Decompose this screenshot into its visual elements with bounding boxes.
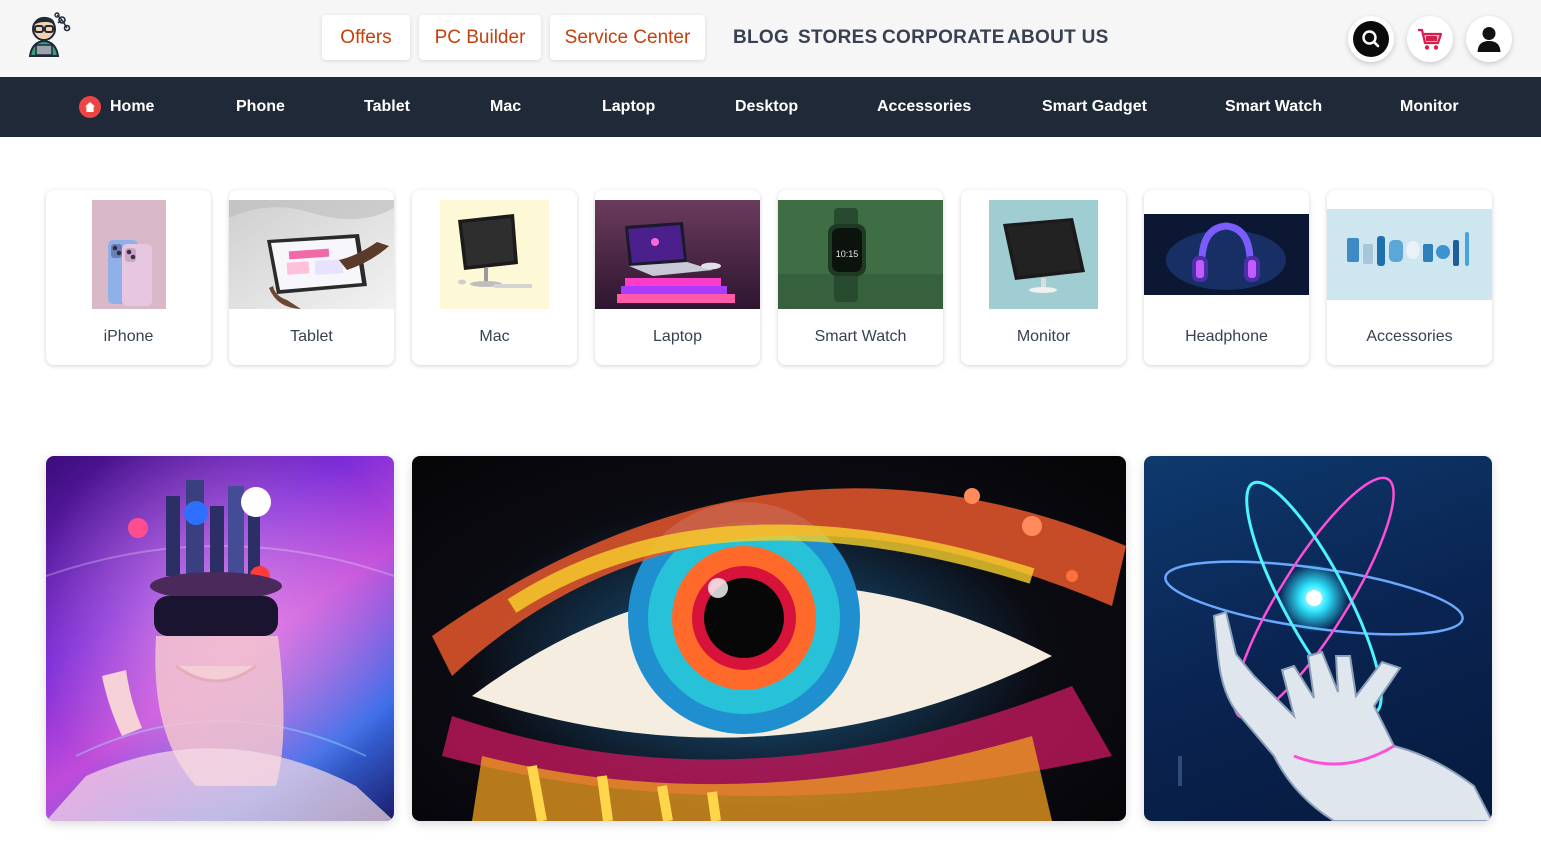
nerd-mascot-logo-icon[interactable] <box>24 12 72 58</box>
category-card-label: Monitor <box>1016 328 1071 345</box>
nav-item-label: Home <box>110 98 155 115</box>
smartwatch-photo: 10:15 <box>778 200 943 309</box>
monitor-photo <box>961 200 1126 309</box>
category-card-accessories[interactable]: Accessories <box>1327 190 1492 365</box>
top-header: Offers PC Builder Service Center BLOG ST… <box>0 0 1541 77</box>
service-center-button[interactable]: Service Center <box>550 15 705 60</box>
robot-hand-atom-banner <box>1164 476 1492 821</box>
nav-item-mac[interactable]: Mac <box>490 77 521 137</box>
category-card-label: Tablet <box>290 328 333 345</box>
headphone-photo <box>1144 200 1309 309</box>
cart-button[interactable] <box>1407 16 1453 62</box>
cart-icon <box>1418 28 1443 50</box>
promo-banner-vr[interactable] <box>46 456 394 821</box>
category-card-mac[interactable]: Mac <box>412 190 577 365</box>
iphone-photo <box>46 200 211 309</box>
nav-item-desktop[interactable]: Desktop <box>735 77 798 137</box>
category-card-label: Smart Watch <box>814 328 907 345</box>
nav-item-smart-watch[interactable]: Smart Watch <box>1225 77 1322 137</box>
category-card-smart-watch[interactable]: 10:15 Smart Watch <box>778 190 943 365</box>
search-button[interactable] <box>1348 16 1394 62</box>
promo-banner-eye[interactable] <box>412 456 1126 821</box>
nav-item-accessories[interactable]: Accessories <box>877 77 971 137</box>
vr-headset-woman-banner <box>46 456 394 821</box>
category-card-label: Accessories <box>1366 328 1453 345</box>
promo-banner-ai[interactable] <box>1144 456 1492 821</box>
nav-item-phone[interactable]: Phone <box>236 77 285 137</box>
user-icon <box>1477 27 1501 52</box>
search-icon <box>1353 21 1389 57</box>
blog-link[interactable]: BLOG <box>733 27 789 49</box>
laptop-photo <box>595 200 760 309</box>
offers-button[interactable]: Offers <box>322 15 410 60</box>
category-card-tablet[interactable]: Tablet <box>229 190 394 365</box>
stores-link[interactable]: STORES <box>798 27 878 49</box>
category-card-headphone[interactable]: Headphone <box>1144 190 1309 365</box>
nav-item-smart-gadget[interactable]: Smart Gadget <box>1042 77 1147 137</box>
corporate-link[interactable]: CORPORATE <box>882 27 1005 49</box>
category-card-monitor[interactable]: Monitor <box>961 190 1126 365</box>
category-nav-bar: Home Phone Tablet Mac Laptop Desktop Acc… <box>0 77 1541 137</box>
nav-item-laptop[interactable]: Laptop <box>602 77 655 137</box>
category-card-label: Laptop <box>653 328 702 345</box>
category-card-label: iPhone <box>103 328 154 345</box>
about-us-link[interactable]: ABOUT US <box>1007 27 1109 49</box>
category-card-laptop[interactable]: Laptop <box>595 190 760 365</box>
category-card-label: Headphone <box>1185 328 1268 345</box>
nav-item-monitor[interactable]: Monitor <box>1400 77 1459 137</box>
home-icon <box>79 96 101 118</box>
imac-photo <box>412 200 577 309</box>
watch-face-time: 10:15 <box>836 249 859 259</box>
pc-builder-button[interactable]: PC Builder <box>419 15 541 60</box>
nav-item-home[interactable]: Home <box>79 77 154 137</box>
user-account-button[interactable] <box>1466 16 1512 62</box>
accessories-photo <box>1327 200 1492 309</box>
category-card-label: Mac <box>479 328 510 345</box>
category-card-iphone[interactable]: iPhone <box>46 190 211 365</box>
colorful-eye-banner <box>432 488 1126 821</box>
tablet-photo <box>229 200 394 309</box>
nav-item-tablet[interactable]: Tablet <box>364 77 410 137</box>
